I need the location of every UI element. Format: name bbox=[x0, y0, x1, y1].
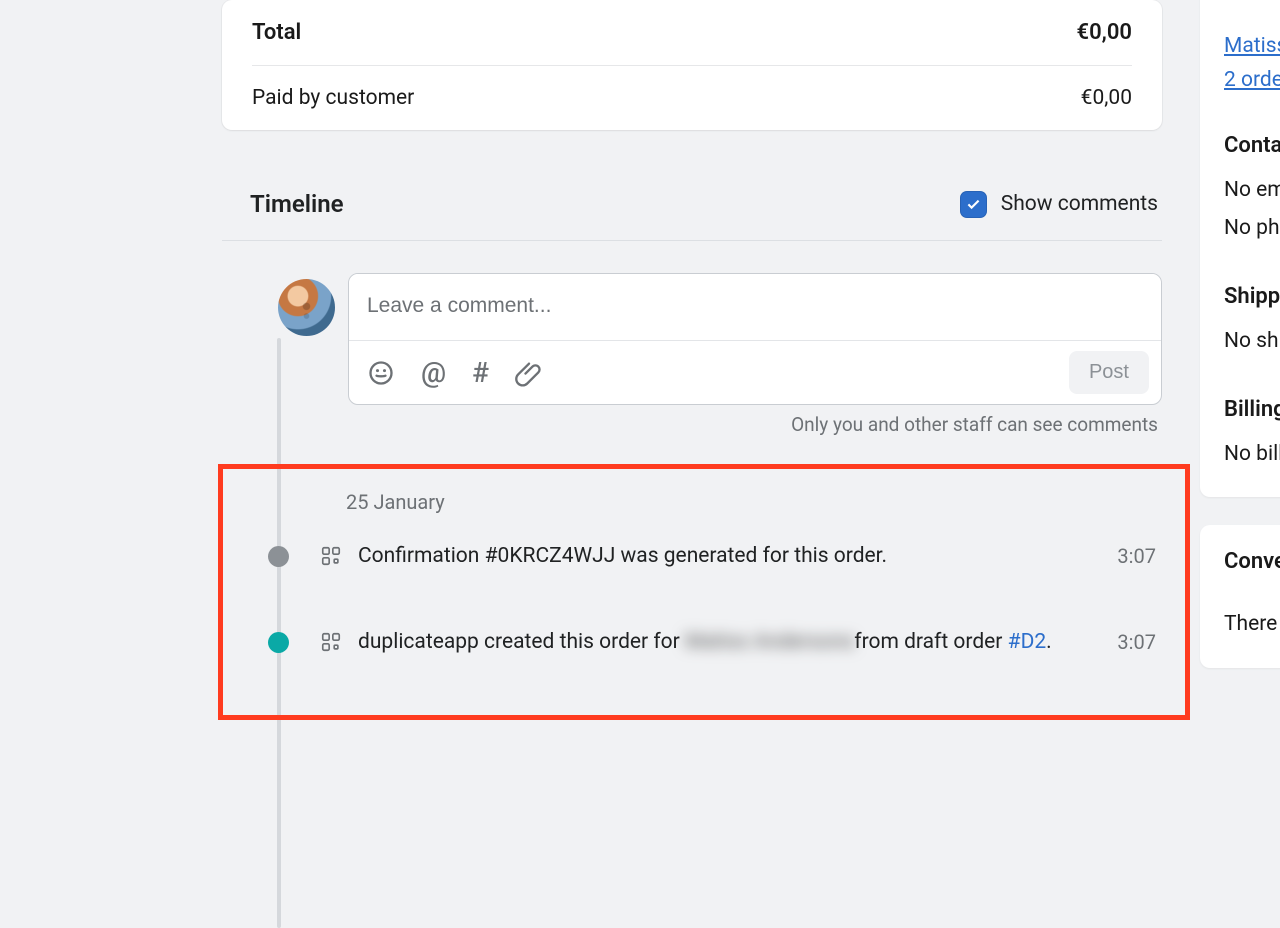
event-text: Confirmation #0KRCZ4WJJ was generated fo… bbox=[358, 544, 1117, 568]
draft-order-link[interactable]: #D2 bbox=[1008, 630, 1047, 654]
show-comments-toggle[interactable]: Show comments bbox=[960, 191, 1158, 218]
customer-orders-link[interactable]: 2 orde bbox=[1224, 64, 1280, 98]
no-shipping-text: No shi bbox=[1224, 323, 1280, 361]
contact-heading: Conta bbox=[1224, 133, 1280, 158]
customer-card: Matiss 2 orde Conta No em No ph Shippi N… bbox=[1200, 0, 1280, 497]
conversion-heading: Conve bbox=[1224, 549, 1280, 574]
emoji-icon[interactable] bbox=[367, 359, 395, 387]
paid-value: €0,00 bbox=[1081, 86, 1132, 110]
customer-name-link[interactable]: Matiss bbox=[1224, 30, 1280, 64]
payment-summary-card: Total €0,00 Paid by customer €0,00 bbox=[222, 0, 1162, 130]
main-column: Total €0,00 Paid by customer €0,00 Timel… bbox=[222, 0, 1162, 750]
comment-visibility-hint: Only you and other staff can see comment… bbox=[348, 405, 1162, 436]
post-button[interactable]: Post bbox=[1069, 351, 1149, 394]
attachment-icon[interactable] bbox=[515, 359, 543, 387]
no-billing-text: No bill bbox=[1224, 436, 1280, 474]
timeline-date-heading: 25 January bbox=[320, 444, 1162, 528]
redacted-name: Matiss Andersons bbox=[685, 630, 854, 654]
total-row: Total €0,00 bbox=[252, 0, 1132, 65]
timeline-event[interactable]: duplicateapp created this order for Mati… bbox=[250, 614, 1162, 670]
app-icon bbox=[320, 631, 342, 653]
timeline-header: Timeline Show comments bbox=[222, 180, 1162, 241]
timeline-dot-icon bbox=[268, 546, 289, 567]
total-label: Total bbox=[252, 20, 301, 45]
comment-input[interactable] bbox=[349, 274, 1161, 340]
comment-composer: @ # Post bbox=[348, 273, 1162, 405]
event-time: 3:07 bbox=[1117, 544, 1162, 568]
paid-label: Paid by customer bbox=[252, 86, 414, 110]
no-email-text: No em bbox=[1224, 172, 1280, 210]
paid-row: Paid by customer €0,00 bbox=[252, 65, 1132, 130]
conversion-card: Conve There bbox=[1200, 525, 1280, 668]
no-phone-text: No ph bbox=[1224, 210, 1280, 248]
event-time: 3:07 bbox=[1117, 630, 1162, 654]
composer-toolbar: @ # Post bbox=[349, 340, 1161, 404]
timeline-dot-icon bbox=[268, 632, 289, 653]
hashtag-icon[interactable]: # bbox=[472, 359, 489, 387]
conversion-body: There bbox=[1224, 606, 1280, 644]
comment-composer-wrap: @ # Post Only you and other staff can se… bbox=[278, 241, 1162, 444]
billing-heading: Billing bbox=[1224, 397, 1280, 422]
shipping-heading: Shippi bbox=[1224, 284, 1280, 309]
avatar bbox=[278, 279, 335, 336]
right-column: Matiss 2 orde Conta No em No ph Shippi N… bbox=[1200, 0, 1280, 696]
event-text: duplicateapp created this order for Mati… bbox=[358, 630, 1117, 654]
app-icon bbox=[320, 545, 342, 567]
checkbox-checked-icon bbox=[960, 191, 987, 218]
timeline-title: Timeline bbox=[250, 190, 344, 218]
total-value: €0,00 bbox=[1077, 20, 1132, 45]
show-comments-label: Show comments bbox=[1001, 192, 1158, 216]
timeline-event[interactable]: Confirmation #0KRCZ4WJJ was generated fo… bbox=[250, 528, 1162, 584]
mention-icon[interactable]: @ bbox=[421, 359, 446, 387]
timeline-body: @ # Post Only you and other staff can se… bbox=[250, 241, 1162, 750]
